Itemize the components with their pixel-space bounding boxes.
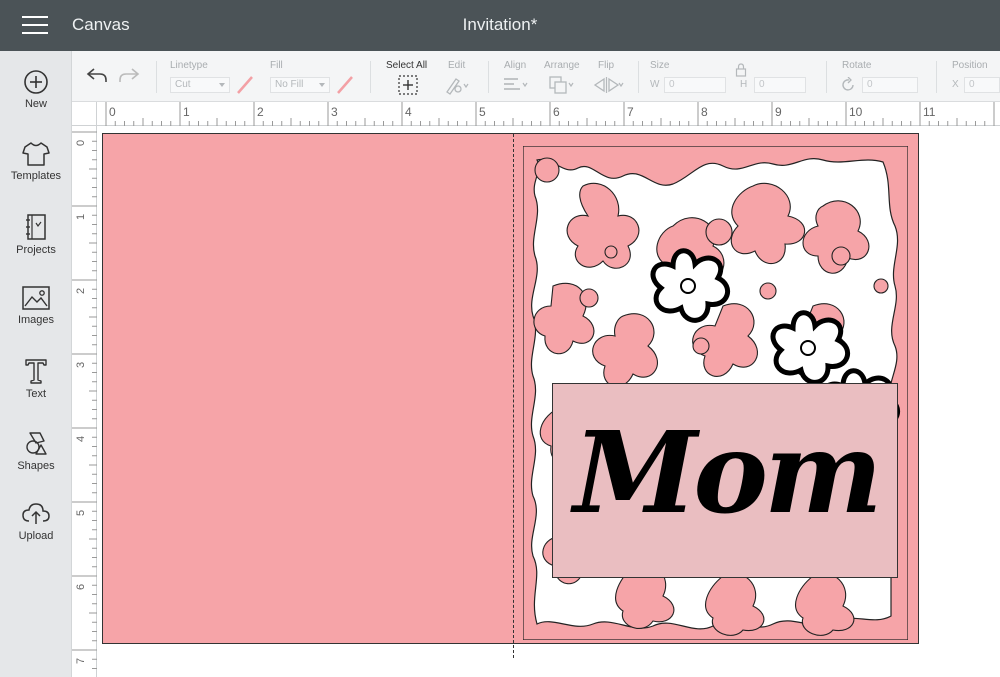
sidebar-item-projects[interactable]: Projects — [0, 213, 72, 279]
linetype-select[interactable]: Cut — [170, 77, 230, 93]
left-ruler-number: 3 — [75, 361, 87, 368]
width-label: W — [650, 79, 660, 90]
top-ruler-number: 0 — [109, 105, 116, 119]
notebook-icon — [26, 214, 46, 240]
left-ruler-number: 0 — [75, 139, 87, 146]
top-ruler-number: 9 — [775, 105, 782, 119]
size-group: Size W 0 H 0 — [650, 51, 810, 102]
ruler-corner — [72, 102, 97, 126]
sidebar-item-upload[interactable]: Upload — [0, 501, 72, 567]
left-ruler-ticks — [72, 131, 97, 669]
left-sidebar: New Templates Projects Images Text Shape… — [0, 51, 72, 677]
rotate-group: Rotate 0 — [840, 51, 920, 102]
left-ruler-number: 5 — [75, 509, 87, 516]
undo-icon[interactable] — [86, 66, 108, 84]
top-ruler-number: 11 — [923, 105, 936, 119]
left-ruler-number: 6 — [75, 583, 87, 590]
sidebar-item-label: Projects — [16, 244, 56, 256]
arrange-icon — [549, 76, 574, 94]
top-ruler-number: 5 — [479, 105, 486, 119]
line-color-swatch-icon[interactable] — [236, 75, 254, 95]
left-ruler-number: 7 — [75, 657, 87, 664]
height-input[interactable]: 0 — [754, 77, 806, 93]
linetype-label: Linetype — [170, 60, 208, 71]
fill-color-swatch-icon[interactable] — [336, 75, 354, 95]
top-ruler-ticks — [105, 102, 995, 126]
top-ruler: 0 1 2 3 4 5 6 7 8 9 10 11 — [97, 102, 1000, 126]
lock-icon[interactable] — [735, 63, 747, 77]
redo-icon[interactable] — [118, 66, 140, 84]
document-title: Invitation* — [462, 15, 538, 34]
edit-button[interactable]: Edit — [444, 51, 478, 102]
rotate-input[interactable]: 0 — [862, 77, 918, 93]
top-header: Canvas Invitation* — [0, 0, 1000, 51]
mom-label-box[interactable]: Mom — [552, 383, 898, 578]
align-icon — [504, 78, 528, 90]
select-all-icon — [398, 75, 418, 95]
align-button[interactable]: Align — [502, 51, 534, 102]
fill-select[interactable]: No Fill — [270, 77, 330, 93]
edit-toolbar: Linetype Cut Fill No Fill Select All Edi… — [72, 51, 1000, 102]
position-label: Position — [952, 60, 988, 71]
select-all-label: Select All — [386, 60, 428, 71]
sidebar-item-shapes[interactable]: Shapes — [0, 429, 72, 495]
top-ruler-number: 1 — [183, 105, 190, 119]
sidebar-item-label: Shapes — [17, 460, 55, 472]
sidebar-item-label: Images — [17, 314, 55, 326]
position-group: Position X 0 — [950, 51, 1000, 102]
tshirt-icon — [22, 142, 50, 166]
arrange-label: Arrange — [544, 60, 580, 71]
size-label: Size — [650, 60, 670, 71]
card-title-text[interactable]: Mom — [553, 384, 899, 579]
sidebar-item-text[interactable]: Text — [0, 357, 72, 423]
top-ruler-number: 7 — [627, 105, 634, 119]
left-ruler-number: 1 — [75, 213, 87, 220]
fold-score-line[interactable] — [513, 134, 514, 658]
top-ruler-number: 4 — [405, 105, 412, 119]
card-design[interactable]: Mom — [102, 133, 919, 658]
plus-circle-icon — [24, 70, 48, 94]
position-x-input[interactable]: 0 — [964, 77, 1000, 93]
width-input[interactable]: 0 — [664, 77, 726, 93]
fill-label: Fill — [270, 60, 283, 71]
sidebar-item-label: New — [24, 98, 47, 110]
sidebar-item-label: Templates — [10, 170, 62, 182]
image-icon — [22, 286, 50, 310]
top-ruler-number: 10 — [849, 105, 863, 119]
top-ruler-number: 8 — [701, 105, 708, 119]
edit-label: Edit — [448, 60, 466, 71]
cloud-upload-icon — [22, 503, 50, 524]
sidebar-item-new[interactable]: New — [0, 69, 72, 135]
arrange-button[interactable]: Arrange — [542, 51, 582, 102]
fill-value: No Fill — [275, 79, 304, 90]
sidebar-item-templates[interactable]: Templates — [0, 141, 72, 207]
left-ruler-number: 4 — [75, 435, 87, 442]
select-all-button[interactable]: Select All — [384, 51, 432, 102]
flip-icon — [593, 77, 624, 93]
left-ruler-number: 2 — [75, 287, 87, 294]
top-ruler-number: 2 — [257, 105, 264, 119]
flip-label: Flip — [598, 60, 615, 71]
app-root: Canvas Invitation* New Templates Project… — [0, 0, 1000, 677]
design-canvas[interactable]: Mom — [97, 127, 1000, 677]
shapes-icon — [26, 432, 47, 455]
sidebar-item-images[interactable]: Images — [0, 285, 72, 351]
align-label: Align — [504, 60, 527, 71]
top-ruler-number: 6 — [553, 105, 560, 119]
flip-button[interactable]: Flip — [592, 51, 626, 102]
rotate-label: Rotate — [842, 60, 872, 71]
height-label: H — [740, 79, 748, 90]
rotate-icon — [842, 77, 854, 91]
left-ruler: 0 1 2 3 4 5 6 7 — [72, 126, 97, 677]
linetype-value: Cut — [175, 79, 191, 90]
top-ruler-number: 3 — [331, 105, 338, 119]
edit-tools-icon — [446, 78, 469, 95]
text-t-icon — [25, 359, 47, 384]
sidebar-item-label: Text — [25, 388, 47, 400]
sidebar-item-label: Upload — [18, 530, 54, 542]
position-x-label: X — [952, 79, 959, 90]
